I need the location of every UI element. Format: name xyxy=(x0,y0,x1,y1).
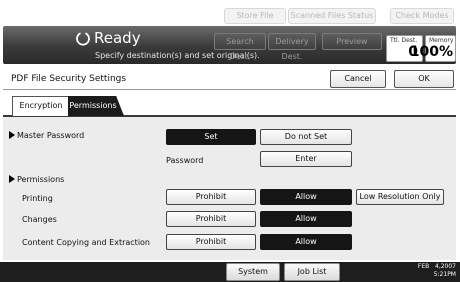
power-icon xyxy=(76,32,90,46)
scanned-files-status-button[interactable]: Scanned Files Status xyxy=(288,8,376,24)
printing-label: Printing xyxy=(22,194,53,203)
preview-button[interactable]: Preview xyxy=(322,33,382,50)
tab-permissions[interactable]: Permissions xyxy=(68,96,124,116)
enter-password-button[interactable]: Enter xyxy=(260,151,352,167)
permissions-heading: Permissions xyxy=(9,175,64,185)
job-list-button[interactable]: Job List xyxy=(284,263,340,281)
check-modes-button[interactable]: Check Modes xyxy=(390,8,454,24)
scanner-screen: Store File Scanned Files Status Check Mo… xyxy=(0,0,460,282)
master-password-heading: Master Password xyxy=(9,131,84,141)
delivery-dest-button[interactable]: Delivery Dest. xyxy=(268,33,316,61)
password-label: Password xyxy=(166,156,204,165)
do-not-set-button[interactable]: Do not Set xyxy=(260,129,352,145)
date-text: FEB 4,2007 xyxy=(417,263,456,270)
status-title: Ready xyxy=(94,29,141,47)
system-status-button[interactable]: System Status xyxy=(226,263,280,281)
permissions-label: Permissions xyxy=(17,175,65,184)
memory-value: 100% xyxy=(409,44,453,60)
memory-indicator: Memory 100% xyxy=(410,35,456,62)
destination-counter-caption: Ttl. Dest. xyxy=(390,37,418,44)
content-copying-allow-button[interactable]: Allow xyxy=(260,234,352,250)
changes-label: Changes xyxy=(22,215,57,224)
triangle-right-icon xyxy=(9,131,15,139)
date-time-display: FEB 4,2007 5:21PM xyxy=(402,263,456,279)
set-button[interactable]: Set xyxy=(166,129,256,145)
printing-low-resolution-button[interactable]: Low Resolution Only xyxy=(356,189,444,205)
triangle-right-icon xyxy=(9,175,15,183)
changes-allow-button[interactable]: Allow xyxy=(260,211,352,227)
search-dest-button[interactable]: Search Dest. xyxy=(214,33,266,61)
time-text: 5:21PM xyxy=(433,271,456,278)
page-title: PDF File Security Settings xyxy=(11,74,127,84)
tab-encryption[interactable]: Encryption xyxy=(12,96,70,116)
cancel-button[interactable]: Cancel xyxy=(330,70,386,88)
printing-prohibit-button[interactable]: Prohibit xyxy=(166,189,256,205)
tab-permissions-label: Permissions xyxy=(69,101,117,110)
content-copying-label: Content Copying and Extraction xyxy=(22,238,150,247)
changes-prohibit-button[interactable]: Prohibit xyxy=(166,211,256,227)
master-password-label: Master Password xyxy=(17,131,85,140)
printing-allow-button[interactable]: Allow xyxy=(260,189,352,205)
content-copying-prohibit-button[interactable]: Prohibit xyxy=(166,234,256,250)
store-file-button[interactable]: Store File xyxy=(224,8,286,24)
ok-button[interactable]: OK xyxy=(394,70,454,88)
top-toolbar: Store File Scanned Files Status Check Mo… xyxy=(0,0,460,26)
memory-caption: Memory xyxy=(429,37,454,44)
